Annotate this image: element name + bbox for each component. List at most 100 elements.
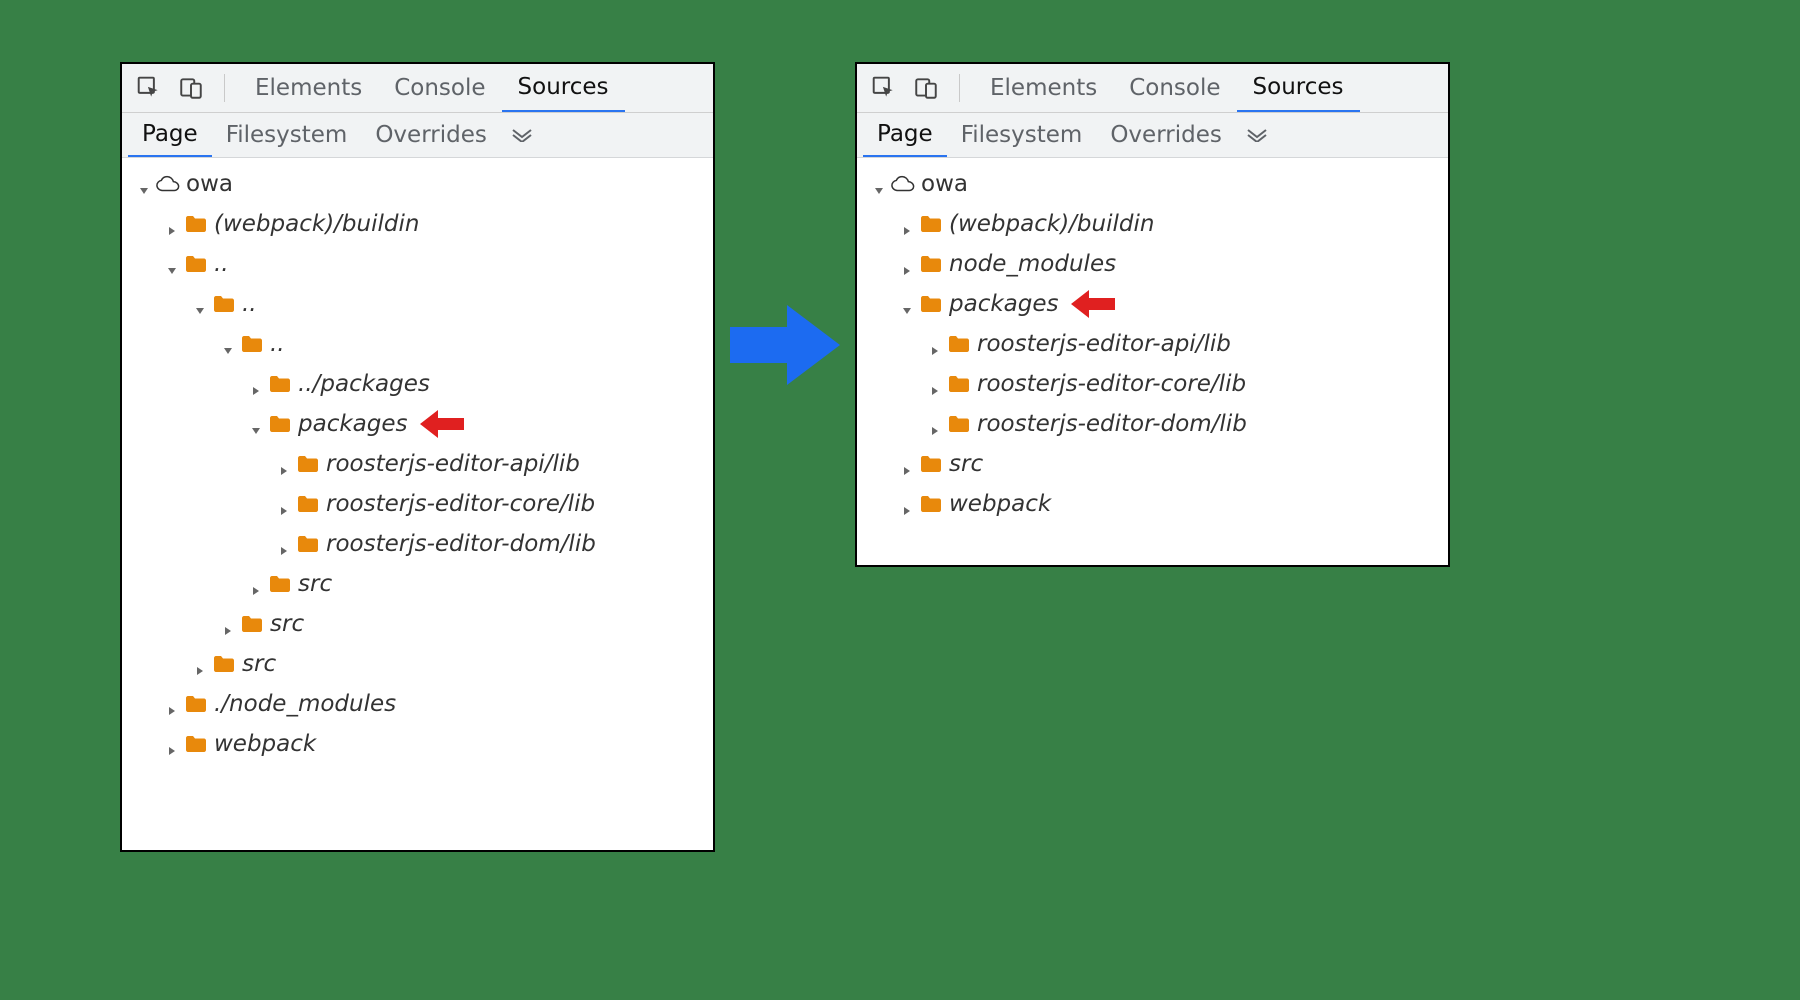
- devtools-panel-after: Elements Console Sources Page Filesystem…: [855, 62, 1450, 567]
- tab-elements[interactable]: Elements: [239, 64, 378, 112]
- chevron-right-icon[interactable]: [250, 377, 264, 391]
- chevron-right-icon[interactable]: [929, 417, 943, 431]
- tree-node[interactable]: roosterjs-editor-core/lib: [865, 364, 1440, 404]
- folder-icon: [296, 492, 320, 516]
- subtab-filesystem[interactable]: Filesystem: [212, 113, 362, 157]
- chevron-right-icon[interactable]: [929, 337, 943, 351]
- chevron-down-icon[interactable]: [194, 297, 208, 311]
- tab-console-label: Console: [1129, 75, 1220, 101]
- tree-node[interactable]: webpack: [130, 724, 705, 764]
- subtab-overrides-label: Overrides: [1110, 122, 1222, 148]
- tree-node-label: ..: [214, 251, 229, 277]
- device-toolbar-icon[interactable]: [172, 69, 210, 107]
- chevron-right-icon[interactable]: [901, 217, 915, 231]
- tab-sources[interactable]: Sources: [1237, 64, 1360, 112]
- tab-sources[interactable]: Sources: [502, 64, 625, 112]
- folder-icon: [919, 212, 943, 236]
- tree-node[interactable]: ..: [130, 284, 705, 324]
- tree-node-label: roosterjs-editor-api/lib: [326, 451, 580, 477]
- chevron-right-icon[interactable]: [929, 377, 943, 391]
- subtab-filesystem-label: Filesystem: [226, 122, 348, 148]
- chevron-down-icon[interactable]: [222, 337, 236, 351]
- tree-node[interactable]: ..: [130, 244, 705, 284]
- chevron-right-icon[interactable]: [901, 257, 915, 271]
- tree-node[interactable]: owa: [130, 164, 705, 204]
- tree-node[interactable]: roosterjs-editor-dom/lib: [130, 524, 705, 564]
- tab-sources-label: Sources: [1253, 74, 1344, 100]
- tree-node[interactable]: roosterjs-editor-core/lib: [130, 484, 705, 524]
- chevron-right-icon[interactable]: [278, 457, 292, 471]
- folder-icon: [268, 412, 292, 436]
- subtab-page-label: Page: [877, 121, 933, 147]
- tree-node[interactable]: roosterjs-editor-api/lib: [130, 444, 705, 484]
- devtools-toolbar: Elements Console Sources: [122, 64, 713, 113]
- tab-console[interactable]: Console: [1113, 64, 1236, 112]
- subtab-page[interactable]: Page: [128, 113, 212, 157]
- subtab-more-icon[interactable]: [1236, 113, 1278, 157]
- tree-node-label: packages: [298, 411, 408, 437]
- chevron-right-icon[interactable]: [166, 697, 180, 711]
- folder-icon: [184, 692, 208, 716]
- tree-node[interactable]: ../packages: [130, 364, 705, 404]
- tree-node-label: ..: [242, 291, 257, 317]
- tree-node[interactable]: (webpack)/buildin: [865, 204, 1440, 244]
- tree-node[interactable]: src: [130, 644, 705, 684]
- chevron-right-icon[interactable]: [222, 617, 236, 631]
- folder-icon: [947, 332, 971, 356]
- subtab-overrides[interactable]: Overrides: [1096, 113, 1236, 157]
- tree-node[interactable]: packages: [130, 404, 705, 444]
- annotation-arrow-icon: [1069, 287, 1117, 321]
- tree-node[interactable]: roosterjs-editor-dom/lib: [865, 404, 1440, 444]
- tree-node[interactable]: owa: [865, 164, 1440, 204]
- tree-node[interactable]: src: [130, 564, 705, 604]
- chevron-right-icon[interactable]: [250, 577, 264, 591]
- chevron-right-icon[interactable]: [901, 457, 915, 471]
- tree-node[interactable]: packages: [865, 284, 1440, 324]
- devtools-panel-before: Elements Console Sources Page Filesystem…: [120, 62, 715, 852]
- subtab-page-label: Page: [142, 121, 198, 147]
- chevron-down-icon[interactable]: [138, 177, 152, 191]
- tree-node-label: src: [949, 451, 983, 477]
- toolbar-divider: [959, 74, 960, 102]
- tree-node-label: roosterjs-editor-core/lib: [977, 371, 1246, 397]
- tree-node-label: src: [270, 611, 304, 637]
- chevron-right-icon[interactable]: [278, 497, 292, 511]
- tree-node[interactable]: src: [865, 444, 1440, 484]
- tree-node[interactable]: ..: [130, 324, 705, 364]
- tab-elements-label: Elements: [255, 75, 362, 101]
- chevron-down-icon[interactable]: [166, 257, 180, 271]
- device-toolbar-icon[interactable]: [907, 69, 945, 107]
- folder-icon: [296, 532, 320, 556]
- chevron-right-icon[interactable]: [166, 737, 180, 751]
- tab-console-label: Console: [394, 75, 485, 101]
- chevron-down-icon[interactable]: [901, 297, 915, 311]
- chevron-right-icon[interactable]: [194, 657, 208, 671]
- inspect-element-icon[interactable]: [130, 69, 168, 107]
- tree-node[interactable]: webpack: [865, 484, 1440, 524]
- chevron-right-icon[interactable]: [166, 217, 180, 231]
- folder-icon: [240, 332, 264, 356]
- chevron-down-icon[interactable]: [873, 177, 887, 191]
- tab-elements[interactable]: Elements: [974, 64, 1113, 112]
- tree-node[interactable]: ./node_modules: [130, 684, 705, 724]
- subtab-overrides[interactable]: Overrides: [361, 113, 501, 157]
- tree-node-label: owa: [186, 171, 233, 197]
- chevron-down-icon[interactable]: [250, 417, 264, 431]
- tab-elements-label: Elements: [990, 75, 1097, 101]
- tree-node-label: roosterjs-editor-dom/lib: [977, 411, 1247, 437]
- inspect-element-icon[interactable]: [865, 69, 903, 107]
- tree-node-label: webpack: [214, 731, 316, 757]
- subtab-filesystem[interactable]: Filesystem: [947, 113, 1097, 157]
- tree-node[interactable]: (webpack)/buildin: [130, 204, 705, 244]
- tree-node-label: roosterjs-editor-api/lib: [977, 331, 1231, 357]
- tab-console[interactable]: Console: [378, 64, 501, 112]
- tree-node[interactable]: roosterjs-editor-api/lib: [865, 324, 1440, 364]
- file-tree-left: owa(webpack)/buildin......../packagespac…: [122, 158, 713, 774]
- subtab-page[interactable]: Page: [863, 113, 947, 157]
- subtab-more-icon[interactable]: [501, 113, 543, 157]
- chevron-right-icon[interactable]: [901, 497, 915, 511]
- tree-node[interactable]: src: [130, 604, 705, 644]
- tree-node-label: roosterjs-editor-dom/lib: [326, 531, 596, 557]
- chevron-right-icon[interactable]: [278, 537, 292, 551]
- tree-node[interactable]: node_modules: [865, 244, 1440, 284]
